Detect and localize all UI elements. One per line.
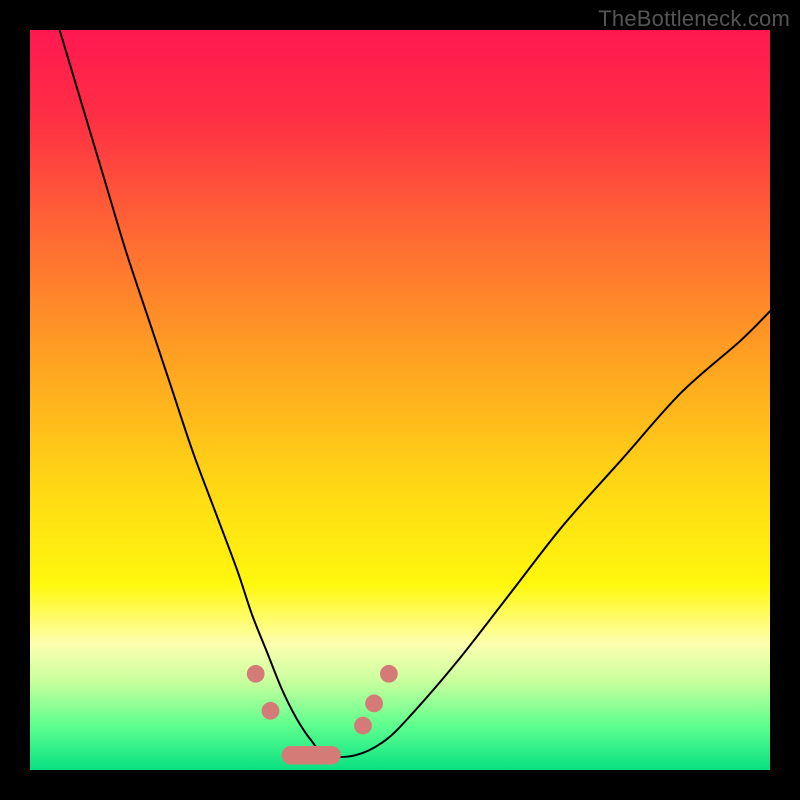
good-zone-bar <box>282 746 341 765</box>
good-zone-marker <box>262 702 280 720</box>
chart-frame: TheBottleneck.com <box>0 0 800 800</box>
watermark-text: TheBottleneck.com <box>598 6 790 32</box>
bottleneck-curve <box>60 30 770 757</box>
good-zone-marker <box>247 665 265 683</box>
good-zone-marker <box>380 665 398 683</box>
plot-area <box>30 30 770 770</box>
good-zone-marker <box>354 717 372 735</box>
good-zone-marker <box>365 695 383 713</box>
curve-layer <box>30 30 770 770</box>
